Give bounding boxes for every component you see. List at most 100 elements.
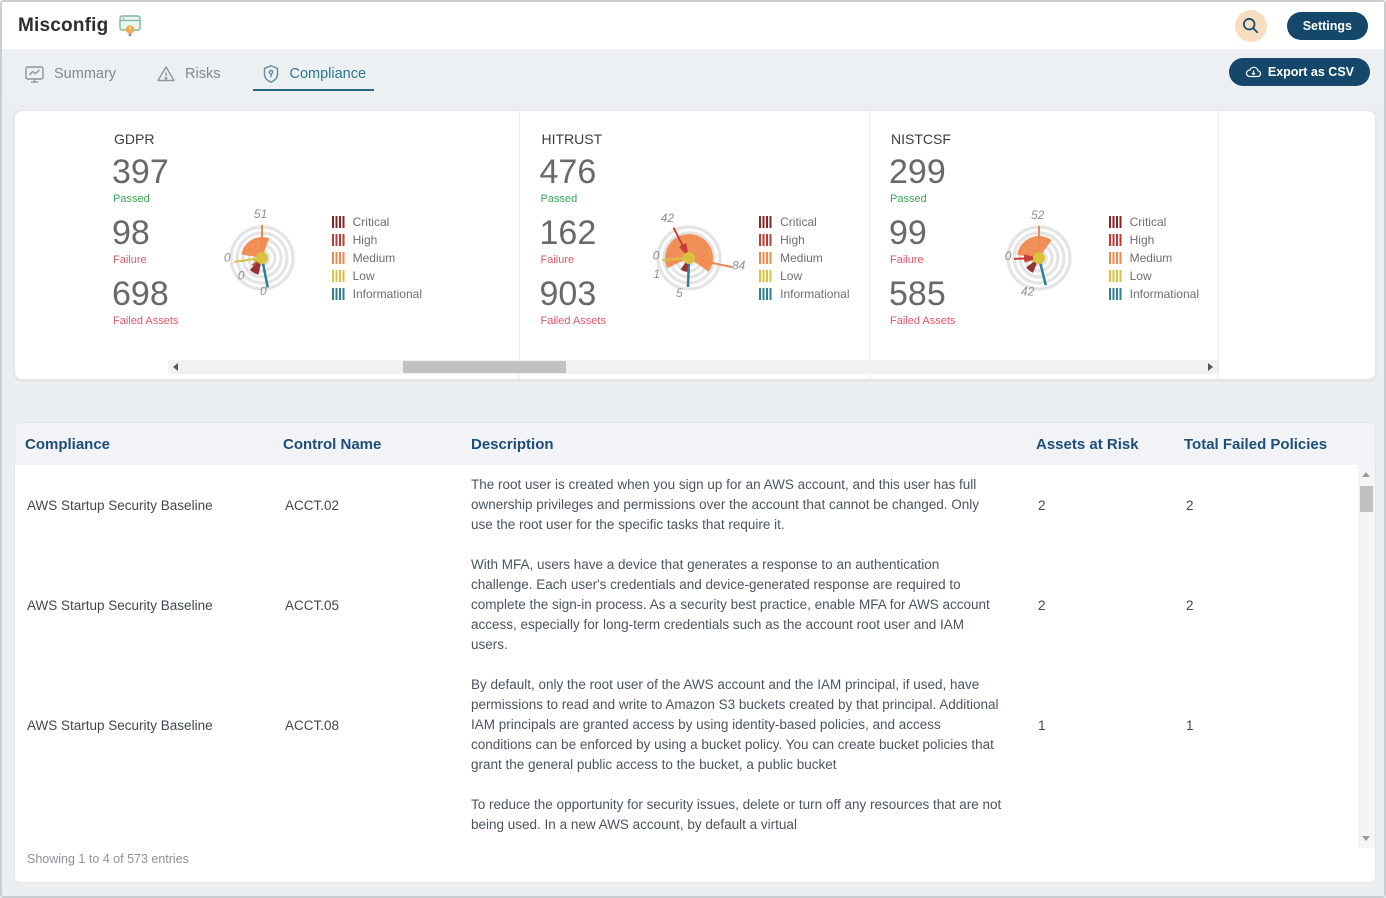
misconfig-window-bulb-icon: [117, 14, 143, 38]
summary-chart-icon: [24, 64, 45, 84]
card-nistcsf: NISTCSF 299 Passed 99 Failure 585 Failed…: [870, 111, 1219, 379]
legend-item-low: Low: [759, 269, 849, 283]
severity-rose-chart: 52 0 42: [1004, 208, 1072, 298]
legend-swatch-high: [759, 233, 773, 246]
severity-legend: Critical High Medium Low Informational: [759, 211, 850, 305]
table-header: Compliance Control Name Description Asse…: [15, 423, 1375, 465]
table-row[interactable]: To reduce the opportunity for security i…: [15, 785, 1357, 845]
legend-label: Low: [352, 268, 375, 283]
table-vertical-scrollbar[interactable]: [1358, 465, 1375, 848]
compliance-table-panel: Compliance Control Name Description Asse…: [14, 422, 1376, 883]
card-title: GDPR: [114, 131, 155, 147]
column-header-assets-at-risk: Assets at Risk: [1036, 435, 1139, 453]
description-cell: With MFA, users have a device that gener…: [471, 557, 990, 652]
legend-swatch-informational: [1108, 287, 1122, 300]
page-title: Misconfig: [18, 14, 109, 36]
failure-label: Failure: [113, 254, 147, 267]
description-cell: By default, only the root user of the AW…: [471, 677, 999, 772]
svg-text:52: 52: [1031, 208, 1045, 222]
vertical-scrollbar-thumb[interactable]: [1360, 486, 1373, 512]
legend-item-critical: Critical: [1108, 214, 1199, 229]
failed-assets-label: Failed Assets: [540, 315, 606, 328]
legend-swatch-critical: [1108, 215, 1122, 228]
compliance-cell: AWS Startup Security Baseline: [27, 597, 213, 613]
description-cell: The root user is created when you sign u…: [471, 477, 980, 532]
legend-item-critical: Critical: [759, 215, 849, 229]
table-row[interactable]: AWS Startup Security Baseline ACCT.05 Wi…: [15, 545, 1357, 665]
card-stats: 397 Passed 98 Failure 698 Failed Assets: [112, 153, 200, 336]
total-failed-policies-cell: 2: [1186, 497, 1194, 513]
severity-legend: Critical High Medium Low Informational: [1108, 211, 1199, 305]
legend-label: Medium: [1129, 250, 1173, 265]
svg-text:1: 1: [654, 267, 661, 281]
tab-risks-label: Risks: [185, 65, 221, 82]
compliance-shield-icon: [261, 64, 281, 84]
assets-at-risk-cell: 1: [1038, 717, 1046, 733]
svg-text:0: 0: [653, 248, 660, 262]
card-stats: 299 Passed 99 Failure 585 Failed Assets: [889, 153, 977, 336]
passed-label: Passed: [890, 193, 927, 206]
tab-risks[interactable]: Risks: [148, 49, 228, 98]
failure-label: Failure: [540, 254, 575, 267]
legend-label: High: [780, 232, 805, 247]
settings-button[interactable]: Settings: [1286, 11, 1368, 40]
failed-assets-count: 903: [539, 275, 597, 314]
scroll-left-arrow-icon[interactable]: [173, 363, 178, 371]
svg-text:0: 0: [260, 284, 267, 298]
legend-label: High: [352, 232, 378, 247]
card-title: HITRUST: [541, 131, 603, 147]
svg-text:0: 0: [1004, 249, 1011, 263]
legend-label: Critical: [1129, 214, 1167, 229]
legend-label: Critical: [352, 214, 390, 229]
column-header-compliance: Compliance: [25, 435, 111, 453]
legend-item-high: High: [1108, 233, 1199, 247]
failed-assets-label: Failed Assets: [113, 315, 179, 328]
entries-summary: Showing 1 to 4 of 573 entries: [27, 852, 189, 866]
legend-label: Informational: [780, 286, 850, 301]
warning-triangle-icon: [156, 64, 176, 84]
search-icon: [1241, 16, 1260, 35]
scroll-up-arrow-icon[interactable]: [1362, 472, 1370, 477]
failure-label: Failure: [890, 254, 924, 267]
compliance-cell: AWS Startup Security Baseline: [27, 717, 213, 733]
svg-text:42: 42: [661, 211, 675, 225]
horizontal-scrollbar-thumb[interactable]: [403, 361, 566, 373]
legend-item-critical: Critical: [331, 214, 422, 229]
total-failed-policies-cell: 1: [1186, 717, 1194, 733]
tab-compliance[interactable]: Compliance: [252, 49, 375, 98]
legend-swatch-medium: [1108, 251, 1122, 264]
svg-text:0: 0: [237, 268, 244, 282]
tab-bar: Summary Risks Compliance Export as CSV: [2, 49, 1384, 98]
assets-at-risk-cell: 2: [1038, 597, 1046, 613]
passed-count: 476: [539, 153, 597, 191]
table-row[interactable]: AWS Startup Security Baseline ACCT.08 By…: [15, 665, 1357, 785]
legend-swatch-high: [331, 233, 345, 246]
tab-summary[interactable]: Summary: [16, 49, 124, 98]
legend-item-informational: Informational: [1108, 287, 1199, 301]
scroll-down-arrow-icon[interactable]: [1362, 836, 1370, 841]
legend-swatch-high: [1108, 233, 1122, 246]
severity-legend: Critical High Medium Low Informational: [331, 211, 422, 305]
failure-count: 99: [889, 214, 927, 253]
search-button[interactable]: [1234, 9, 1267, 42]
failed-assets-label: Failed Assets: [890, 315, 956, 328]
description-cell: To reduce the opportunity for security i…: [471, 797, 1002, 832]
legend-label: Informational: [352, 286, 422, 301]
svg-text:42: 42: [1021, 284, 1035, 298]
table-row[interactable]: AWS Startup Security Baseline ACCT.02 Th…: [15, 465, 1357, 545]
table-footer: Showing 1 to 4 of 573 entries: [15, 842, 1375, 882]
svg-text:5: 5: [676, 285, 683, 299]
compliance-cards-panel: GDPR 397 Passed 98 Failure 698 Failed As…: [14, 110, 1376, 380]
legend-swatch-medium: [331, 251, 345, 264]
legend-item-high: High: [759, 233, 849, 247]
cards-horizontal-scrollbar[interactable]: [168, 360, 1218, 374]
passed-label: Passed: [540, 193, 578, 206]
legend-swatch-low: [331, 269, 345, 282]
export-csv-button[interactable]: Export as CSV: [1228, 58, 1370, 86]
legend-label: Medium: [352, 250, 396, 265]
svg-text:84: 84: [732, 258, 746, 272]
passed-count: 397: [112, 153, 169, 191]
legend-label: Medium: [780, 250, 823, 265]
assets-at-risk-cell: 2: [1038, 497, 1046, 513]
scroll-right-arrow-icon[interactable]: [1208, 363, 1213, 371]
